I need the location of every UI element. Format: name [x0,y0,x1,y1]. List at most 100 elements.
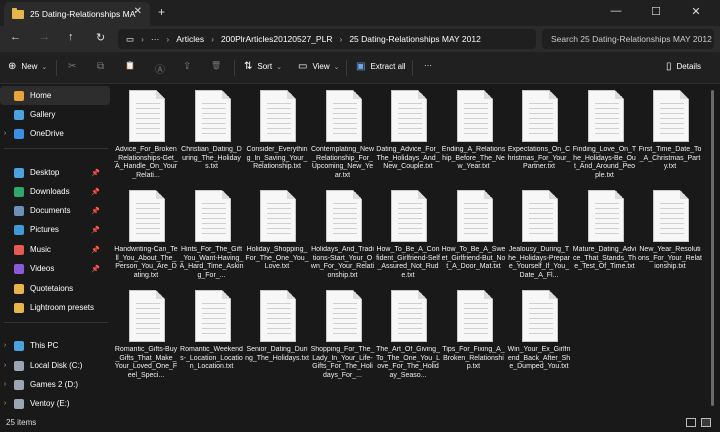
sort-button[interactable]: ⇅ Sort ⌄ [244,61,282,72]
file-item[interactable]: Consider_Everything_In_Saving_Your_Relat… [245,84,309,188]
file-item[interactable]: Handwriting-Can_Tell_You_About_The_Perso… [114,184,178,288]
sidebar-item-onedrive[interactable]: › OneDrive [0,124,110,143]
up-button[interactable]: ↑ [68,31,74,43]
file-item[interactable]: Jealousy_During_The_Holidays-Prepare_You… [507,184,571,288]
close-window-button[interactable]: ✕ [676,0,716,22]
file-item[interactable]: Mature_Dating_Advice_That_Stands_The_Tes… [573,184,637,288]
file-item[interactable]: Holiday_Shopping_For_The_One_You_Love.tx… [245,184,309,288]
text-file-icon [260,290,296,342]
file-item[interactable]: Hints_For_The_Gift_You_Want-Having_A_Har… [180,184,244,288]
sidebar-item-downloads[interactable]: ›Downloads📌 [0,182,110,201]
more-options-button[interactable]: ··· [424,61,432,70]
maximize-button[interactable]: ☐ [636,0,676,22]
breadcrumb-overflow[interactable]: ··· [151,34,160,44]
document-line [136,233,160,234]
expand-chevron-icon[interactable]: › [0,400,10,407]
sidebar-item-music[interactable]: ›Music📌 [0,240,110,259]
expand-chevron-icon[interactable]: › [0,130,10,137]
paste-button[interactable]: 📋 [125,61,140,70]
details-button[interactable]: ▯ Details [666,61,701,72]
file-item[interactable]: Expectations_On_Christmas_For_Your_Partn… [507,84,571,188]
new-button[interactable]: ⊕ New ⌄ [8,61,47,72]
file-item[interactable]: Advice_For_Broken_Relationships-Get_A_Ha… [114,84,178,188]
sidebar-item-games-2-d[interactable]: › Games 2 (D:) [0,375,110,394]
sidebar-item-home[interactable]: ›Home [0,86,110,105]
expand-chevron-icon[interactable]: › [0,362,10,369]
refresh-button[interactable]: ↻ [96,31,105,44]
document-line [660,118,684,119]
document-line [463,223,488,224]
file-item[interactable]: Win_Your_Ex_Girlfriend_Back_After_She_Du… [507,284,571,388]
file-item[interactable]: Romantic_Weekends-_Location_Location_Loc… [180,284,244,388]
document-line [529,228,553,229]
sidebar-item-lightroom-presets[interactable]: ›Lightroom presets [0,298,110,317]
large-icons-view-icon[interactable] [701,418,711,427]
document-line [332,103,357,104]
file-item[interactable]: Romantic_Gifts-Buy_Gifts_That_Make_Your_… [114,284,178,388]
minimize-button[interactable]: — [596,0,636,22]
file-item[interactable]: The_Art_Of_Giving_To_The_One_You_Love_Fo… [376,284,440,388]
document-line [398,318,422,319]
document-line [463,318,488,319]
vertical-scrollbar[interactable] [711,90,714,406]
sidebar-item-quotetaions[interactable]: ›Quotetaions [0,279,110,298]
sidebar-item-label: Games 2 (D:) [30,380,79,389]
file-item[interactable]: New_Year_Resolutions_For_Your_Relationsh… [638,184,702,288]
file-item[interactable]: Christian_Dating_During_The_Holidays.txt [180,84,244,188]
file-item[interactable]: Dating_Advice_For_The_Holidays_And_New_C… [376,84,440,188]
search-input[interactable]: Search 25 Dating-Relationships MAY 2012 [542,29,714,49]
file-item[interactable]: Senior_Dating_During_The_Holidays.txt [245,284,309,388]
file-item[interactable]: Ending_A_Relationship_Before_The_New_Yea… [442,84,506,188]
desktop-icon [14,167,24,178]
sidebar-item-desktop[interactable]: ›Desktop📌 [0,163,110,182]
file-item[interactable]: How_To_Be_A_Sweet_Girlfriend-But_Not_A_D… [442,184,506,288]
share-button[interactable]: ⇪ [183,61,196,72]
document-line [201,328,226,329]
sidebar-item-pictures[interactable]: ›Pictures📌 [0,220,110,239]
document-line [332,108,357,109]
breadcrumb-articles[interactable]: Articles [176,34,204,44]
sidebar-item-ventoy-e[interactable]: › Ventoy (E:) [0,394,110,413]
file-item[interactable]: Tips_For_Fixing_A_Broken_Relationship.tx… [442,284,506,388]
sidebar-item-label: Downloads [30,187,70,196]
copy-button[interactable]: ⧉ [97,61,109,72]
document-line [594,208,619,209]
expand-chevron-icon[interactable]: › [0,342,10,349]
new-tab-button[interactable]: + [158,5,165,19]
forward-button[interactable]: → [39,31,50,43]
sidebar-item-gallery[interactable]: ›Gallery [0,105,110,124]
details-label: Details [676,62,701,71]
file-item[interactable]: First_Time_Date_To_A_Christmas_Party.txt [638,84,702,188]
document-line [332,218,357,219]
address-bar[interactable]: ▭ › ··· › Articles › 200PlrArticles20120… [118,29,536,49]
sidebar-item-documents[interactable]: ›Documents📌 [0,201,110,220]
breadcrumb-plr-articles[interactable]: 200PlrArticles20120527_PLR [221,34,333,44]
sidebar-item-this-pc[interactable]: › This PC [0,336,110,355]
sidebar-item-local-disk-c[interactable]: › Local Disk (C:) [0,356,110,375]
file-item[interactable]: Contemplating_New_Relationship_For_Upcom… [311,84,375,188]
pc-icon[interactable]: ▭ [126,34,134,45]
tab-current-folder[interactable]: 25 Dating-Relationships MAY 2 ✕ [4,2,150,26]
delete-button[interactable]: 🗑 [211,61,226,70]
tab-label: 25 Dating-Relationships MAY 2 [30,9,136,19]
details-view-icon[interactable] [686,418,696,427]
back-button[interactable]: ← [10,31,21,43]
document-line [594,108,619,109]
expand-chevron-icon[interactable]: › [0,381,10,388]
sidebar-item-videos[interactable]: ›Videos📌 [0,259,110,278]
tab-close-icon[interactable]: ✕ [134,6,142,17]
cut-button[interactable]: ✂ [68,61,81,72]
document-line [594,218,619,219]
breadcrumb-current-folder[interactable]: 25 Dating-Relationships MAY 2012 [349,34,481,44]
file-item[interactable]: Shopping_For_The_Lady_In_Your_Life-Gifts… [311,284,375,388]
drive-icon [14,379,24,390]
file-item[interactable]: Finding_Love_On_The_Holidays-Be_Out_And_… [573,84,637,188]
file-item[interactable]: How_To_Be_A_Confident_Girlfriend-Self_As… [376,184,440,288]
file-item[interactable]: Holidays_And_Traditions-Start_Your_Own_F… [311,184,375,288]
text-file-icon [325,190,362,242]
extract-all-button[interactable]: ▣ Extract all [356,61,406,72]
view-button[interactable]: ▭ View ⌄ [298,61,340,72]
rename-button[interactable]: Ⓐ [155,61,170,76]
document-line [660,223,684,224]
file-name: Dating_Advice_For_The_Holidays_And_New_C… [376,146,440,171]
